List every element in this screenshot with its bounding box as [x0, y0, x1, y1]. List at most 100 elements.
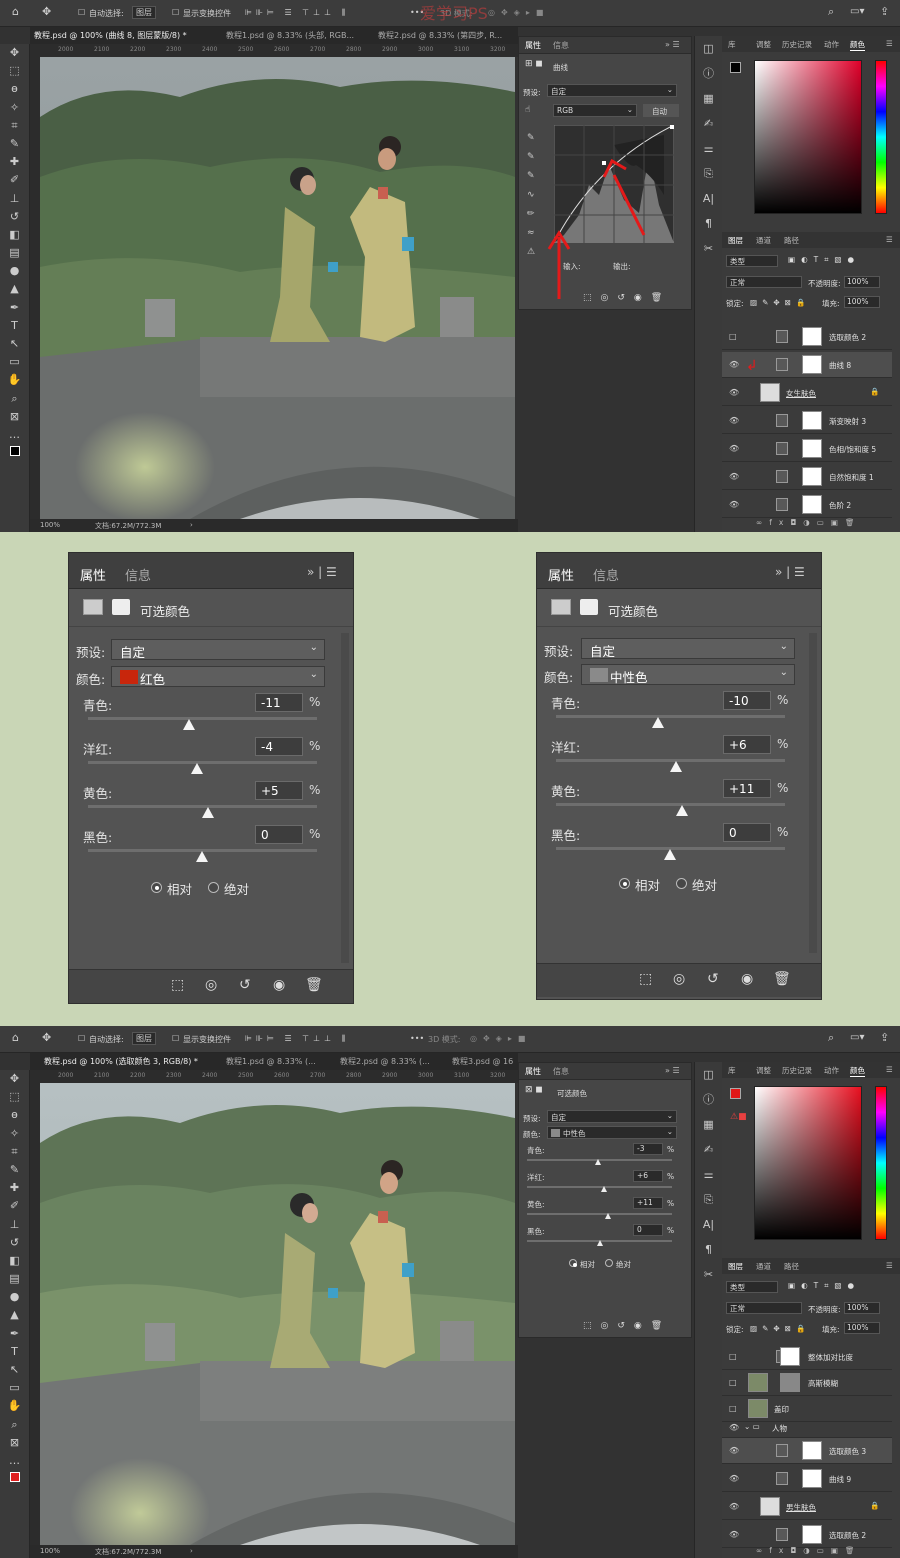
- cyan-slider[interactable]: [556, 715, 785, 718]
- frame-tool[interactable]: ⊠: [0, 408, 29, 426]
- color-dropdown[interactable]: 红色 ⌄: [111, 666, 325, 687]
- stamp-tool[interactable]: ⊥: [0, 190, 29, 208]
- layer-row[interactable]: 👁 渐变映射 3: [722, 408, 892, 434]
- panel-menu-icon[interactable]: ☰: [886, 1065, 893, 1074]
- yellow-value[interactable]: +5: [255, 781, 303, 800]
- tab-paths[interactable]: 路径: [784, 1261, 799, 1272]
- panel-menu-icon[interactable]: » | ☰: [307, 565, 337, 579]
- magenta-value[interactable]: +6: [723, 735, 771, 754]
- channel-dropdown[interactable]: RGB ⌄: [553, 104, 637, 117]
- brush-tool[interactable]: ✐: [0, 171, 29, 189]
- frame-tool[interactable]: ⊠: [0, 1434, 29, 1452]
- more-icon[interactable]: •••: [410, 1034, 424, 1043]
- color-swatches[interactable]: [0, 444, 29, 462]
- stamp-tool[interactable]: ⊥: [0, 1216, 29, 1234]
- foreground-color[interactable]: [730, 1088, 741, 1099]
- visibility-toggle[interactable]: □: [729, 1404, 737, 1413]
- character-icon[interactable]: A|: [695, 186, 722, 211]
- cyan-value[interactable]: -11: [255, 693, 303, 712]
- workspace-icon[interactable]: ▭▾: [850, 6, 864, 17]
- layer-row[interactable]: 👁 男生肤色 🔒: [722, 1494, 892, 1520]
- doc-tab[interactable]: 教程3.psd @ 16: [452, 1056, 513, 1067]
- clip-to-layer-icon[interactable]: ⬚: [639, 971, 652, 987]
- marquee-tool[interactable]: ⬚: [0, 62, 29, 80]
- cyan-value[interactable]: -10: [723, 691, 771, 710]
- absolute-radio[interactable]: [605, 1259, 613, 1267]
- tab-actions[interactable]: 动作: [824, 1065, 839, 1076]
- history-brush-tool[interactable]: ↺: [0, 1234, 29, 1252]
- magenta-slider[interactable]: [527, 1186, 672, 1188]
- dodge-tool[interactable]: ▲: [0, 280, 29, 298]
- view-previous-icon[interactable]: ◎: [673, 971, 685, 987]
- shape-tool[interactable]: ▭: [0, 1379, 29, 1397]
- tab-adjustments[interactable]: 调整: [756, 1065, 771, 1076]
- eyedropper-tool[interactable]: ✎: [0, 135, 29, 153]
- character-icon[interactable]: A|: [695, 1212, 722, 1237]
- shape-tool[interactable]: ▭: [0, 353, 29, 371]
- layer-filter-dropdown[interactable]: 类型: [726, 1281, 778, 1293]
- lock-icons[interactable]: ▨✎✥⊠🔒: [750, 1324, 810, 1333]
- eraser-tool[interactable]: ◧: [0, 226, 29, 244]
- yellow-slider-thumb[interactable]: [676, 805, 688, 816]
- tools-icon[interactable]: ✂: [695, 1262, 722, 1287]
- reset-icon[interactable]: ↺: [707, 971, 719, 987]
- search-icon[interactable]: ⌕: [828, 5, 834, 19]
- trash-icon[interactable]: 🗑: [305, 977, 323, 993]
- eye-icon[interactable]: 👁: [729, 1474, 739, 1483]
- panel-menu-icon[interactable]: » ☰: [665, 40, 680, 49]
- yellow-slider[interactable]: [527, 1213, 672, 1215]
- layers-footer-icons[interactable]: ∞fx◘◑▭▣🗑: [756, 518, 862, 527]
- chevron-right-icon[interactable]: ›: [190, 521, 193, 529]
- home-icon[interactable]: ⌂: [12, 5, 19, 18]
- eye-icon[interactable]: ◉: [741, 971, 753, 987]
- hue-slider[interactable]: [875, 1086, 887, 1240]
- properties-footer-icons[interactable]: ⬚◎↺◉🗑: [583, 293, 671, 303]
- tab-color[interactable]: 颜色: [850, 1065, 865, 1077]
- gradient-tool[interactable]: ▤: [0, 244, 29, 262]
- eye-icon[interactable]: 👁: [729, 1502, 739, 1511]
- layer-mask-thumb[interactable]: [802, 467, 822, 486]
- layer-mask-thumb[interactable]: [802, 1469, 822, 1488]
- lasso-tool[interactable]: ɵ: [0, 80, 29, 98]
- layer-row[interactable]: 👁 选取颜色 2: [722, 1522, 892, 1548]
- blend-mode-dropdown[interactable]: 正常: [726, 1302, 802, 1314]
- yellow-value[interactable]: +11: [633, 1197, 663, 1209]
- sliders-icon[interactable]: ⚌: [695, 136, 722, 161]
- eyedropper-tool[interactable]: ✎: [0, 1161, 29, 1179]
- dock-icon[interactable]: ◫: [695, 1062, 722, 1087]
- layer-mask-thumb[interactable]: [802, 355, 822, 374]
- 3d-tools-icons[interactable]: ◎✥◈▸■: [470, 1034, 531, 1043]
- align-icons[interactable]: ⊫⊪⊨ ☰ ⊤⊥⊥ ⫼: [245, 1034, 349, 1044]
- brush-settings-icon[interactable]: ✍: [695, 1137, 722, 1162]
- color-picker-field[interactable]: [754, 60, 862, 214]
- healing-tool[interactable]: ✚: [0, 1179, 29, 1197]
- trash-icon[interactable]: 🗑: [773, 971, 791, 987]
- eye-icon[interactable]: 👁: [729, 472, 739, 481]
- eye-icon[interactable]: ◉: [273, 977, 285, 993]
- grid-icon[interactable]: ▦: [695, 86, 722, 111]
- move-tool-icon[interactable]: ✥: [42, 5, 51, 18]
- layer-mask-thumb[interactable]: [802, 439, 822, 458]
- cyan-slider-thumb[interactable]: [652, 717, 664, 728]
- auto-button[interactable]: 自动: [643, 104, 679, 117]
- doc-tab-active[interactable]: 教程.psd @ 100% (选取颜色 3, RGB/8) *: [44, 1056, 198, 1067]
- layers-footer-icons[interactable]: ∞fx◘◑▭▣🗑: [756, 1546, 862, 1555]
- yellow-slider-thumb[interactable]: [605, 1213, 611, 1219]
- cyan-slider[interactable]: [88, 717, 317, 720]
- magenta-value[interactable]: +6: [633, 1170, 663, 1182]
- mask-icon[interactable]: [580, 599, 598, 615]
- view-previous-icon[interactable]: ◎: [205, 977, 217, 993]
- doc-tab[interactable]: 教程2.psd @ 8.33% (...: [340, 1056, 430, 1067]
- hue-slider[interactable]: [875, 60, 887, 214]
- tab-color[interactable]: 颜色: [850, 39, 865, 51]
- zoom-level[interactable]: 100%: [40, 521, 60, 529]
- brush-tool[interactable]: ✐: [0, 1197, 29, 1215]
- history-brush-tool[interactable]: ↺: [0, 208, 29, 226]
- absolute-radio[interactable]: [208, 882, 219, 893]
- cyan-value[interactable]: -3: [633, 1143, 663, 1155]
- eye-icon[interactable]: 👁: [729, 1423, 739, 1432]
- auto-select-checkbox[interactable]: ☐: [78, 8, 85, 17]
- eye-icon[interactable]: 👁: [729, 500, 739, 509]
- tab-actions[interactable]: 动作: [824, 39, 839, 50]
- magenta-slider-thumb[interactable]: [191, 763, 203, 774]
